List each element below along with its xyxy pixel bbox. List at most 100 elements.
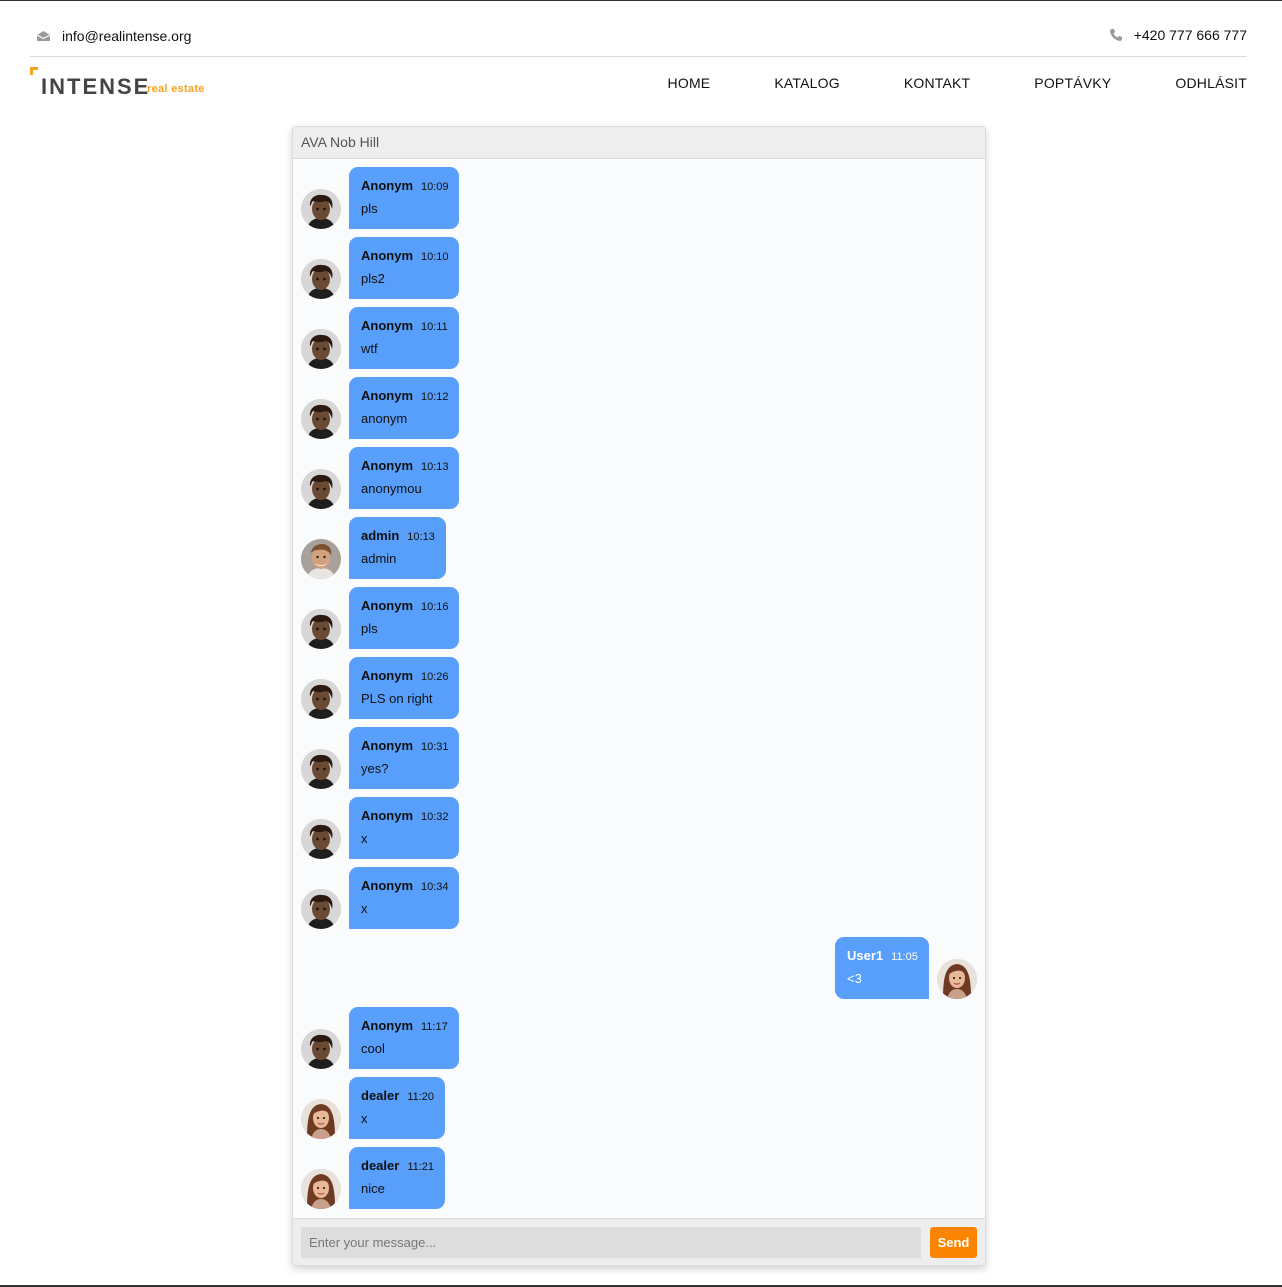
message-text: x: [361, 901, 368, 916]
avatar[interactable]: [301, 259, 341, 299]
message-row: Anonym 10:12 anonym: [301, 377, 977, 439]
avatar[interactable]: [301, 189, 341, 229]
email-text: info@realintense.org: [62, 28, 192, 44]
brand-logo[interactable]: INTENSE real estate: [30, 67, 230, 99]
message-header: Anonym 10:34: [361, 878, 449, 893]
message-time: 11:21: [407, 1161, 435, 1173]
message-time: 10:11: [421, 321, 448, 333]
message-header: Anonym 10:10: [361, 248, 449, 263]
sender-name: Anonym: [361, 388, 413, 403]
logo-name: INTENSE: [41, 74, 151, 99]
message-text: anonym: [361, 411, 408, 426]
avatar[interactable]: [301, 889, 341, 929]
avatar[interactable]: [301, 399, 341, 439]
message-time: 10:10: [421, 251, 449, 263]
message-time: 10:12: [421, 391, 449, 403]
message-time: 10:13: [407, 531, 435, 543]
message-input[interactable]: [301, 1227, 921, 1258]
message-composer: Send: [293, 1218, 985, 1265]
message-time: 11:17: [421, 1021, 448, 1033]
contact-phone[interactable]: +420 777 666 777: [1109, 27, 1247, 43]
sender-name: Anonym: [361, 598, 413, 613]
message-time: 11:20: [407, 1091, 435, 1103]
message-time: 10:31: [421, 741, 449, 753]
message-header: Anonym 10:11: [361, 318, 448, 333]
contact-bar: info@realintense.org +420 777 666 777: [30, 1, 1247, 57]
envelope-icon: [36, 31, 51, 41]
message-header: Anonym 10:09: [361, 178, 449, 193]
contact-email[interactable]: info@realintense.org: [36, 28, 191, 44]
message-bubble: Anonym 10:11 wtf: [349, 307, 459, 369]
message-bubble: Anonym 11:17 cool: [349, 1007, 459, 1069]
message-row: Anonym 10:34 x: [301, 867, 977, 929]
avatar[interactable]: [301, 819, 341, 859]
message-row: Anonym 10:32 x: [301, 797, 977, 859]
message-time: 10:09: [421, 181, 449, 193]
nav-katalog[interactable]: KATALOG: [774, 75, 839, 91]
sender-name: Anonym: [361, 318, 413, 333]
send-button[interactable]: Send: [930, 1227, 977, 1258]
sender-name: Anonym: [361, 1018, 413, 1033]
message-bubble: Anonym 10:10 pls2: [349, 237, 459, 299]
nav-kontakt[interactable]: KONTAKT: [904, 75, 970, 91]
avatar[interactable]: [937, 959, 977, 999]
message-header: User1 11:05: [847, 948, 918, 963]
message-header: Anonym 11:17: [361, 1018, 448, 1033]
message-header: dealer 11:21: [361, 1158, 435, 1173]
chat-title: AVA Nob Hill: [293, 127, 985, 159]
message-text: anonymou: [361, 481, 422, 496]
message-bubble: dealer 11:20 x: [349, 1077, 445, 1139]
message-bubble: User1 11:05 <3: [835, 937, 929, 999]
message-header: admin 10:13: [361, 528, 435, 543]
avatar[interactable]: [301, 1099, 341, 1139]
avatar[interactable]: [301, 1029, 341, 1069]
message-header: Anonym 10:26: [361, 668, 449, 683]
message-text: x: [361, 831, 368, 846]
message-text: yes?: [361, 761, 389, 776]
avatar[interactable]: [301, 1169, 341, 1209]
message-row: Anonym 10:09 pls: [301, 167, 977, 229]
message-time: 10:34: [421, 881, 449, 893]
avatar[interactable]: [301, 749, 341, 789]
nav-home[interactable]: HOME: [668, 75, 711, 91]
message-time: 10:13: [421, 461, 449, 473]
message-text: <3: [847, 971, 862, 986]
avatar[interactable]: [301, 329, 341, 369]
avatar[interactable]: [301, 609, 341, 649]
nav-poptavky[interactable]: POPTÁVKY: [1034, 75, 1111, 91]
message-text: cool: [361, 1041, 385, 1056]
message-time: 11:05: [891, 951, 918, 963]
avatar[interactable]: [301, 469, 341, 509]
logo-corner-mark: [30, 67, 38, 75]
message-text: nice: [361, 1181, 385, 1196]
message-text: pls: [361, 621, 378, 636]
sender-name: Anonym: [361, 738, 413, 753]
avatar[interactable]: [301, 679, 341, 719]
avatar[interactable]: [301, 539, 341, 579]
message-bubble: Anonym 10:32 x: [349, 797, 459, 859]
message-bubble: Anonym 10:12 anonym: [349, 377, 459, 439]
sender-name: Anonym: [361, 458, 413, 473]
message-row: Anonym 10:31 yes?: [301, 727, 977, 789]
message-text: PLS on right: [361, 691, 433, 706]
message-bubble: Anonym 10:34 x: [349, 867, 459, 929]
message-header: Anonym 10:16: [361, 598, 449, 613]
message-row: User1 11:05 <3: [301, 937, 977, 999]
message-bubble: Anonym 10:26 PLS on right: [349, 657, 459, 719]
message-text: wtf: [361, 341, 378, 356]
sender-name: Anonym: [361, 668, 413, 683]
sender-name: admin: [361, 528, 400, 543]
message-row: admin 10:13 admin: [301, 517, 977, 579]
logo-subtitle: real estate: [147, 83, 205, 95]
sender-name: Anonym: [361, 808, 413, 823]
message-bubble: Anonym 10:16 pls: [349, 587, 459, 649]
message-row: Anonym 10:13 anonymou: [301, 447, 977, 509]
message-bubble: Anonym 10:13 anonymou: [349, 447, 459, 509]
message-row: Anonym 10:26 PLS on right: [301, 657, 977, 719]
message-time: 10:16: [421, 601, 449, 613]
message-header: Anonym 10:13: [361, 458, 449, 473]
message-bubble: admin 10:13 admin: [349, 517, 446, 579]
message-list[interactable]: Anonym 10:09 pls Anonym 10:10 pls2 Anonym 10:11…: [293, 159, 985, 1217]
message-text: pls2: [361, 271, 385, 286]
nav-odhlasit[interactable]: ODHLÁSIT: [1175, 75, 1247, 91]
